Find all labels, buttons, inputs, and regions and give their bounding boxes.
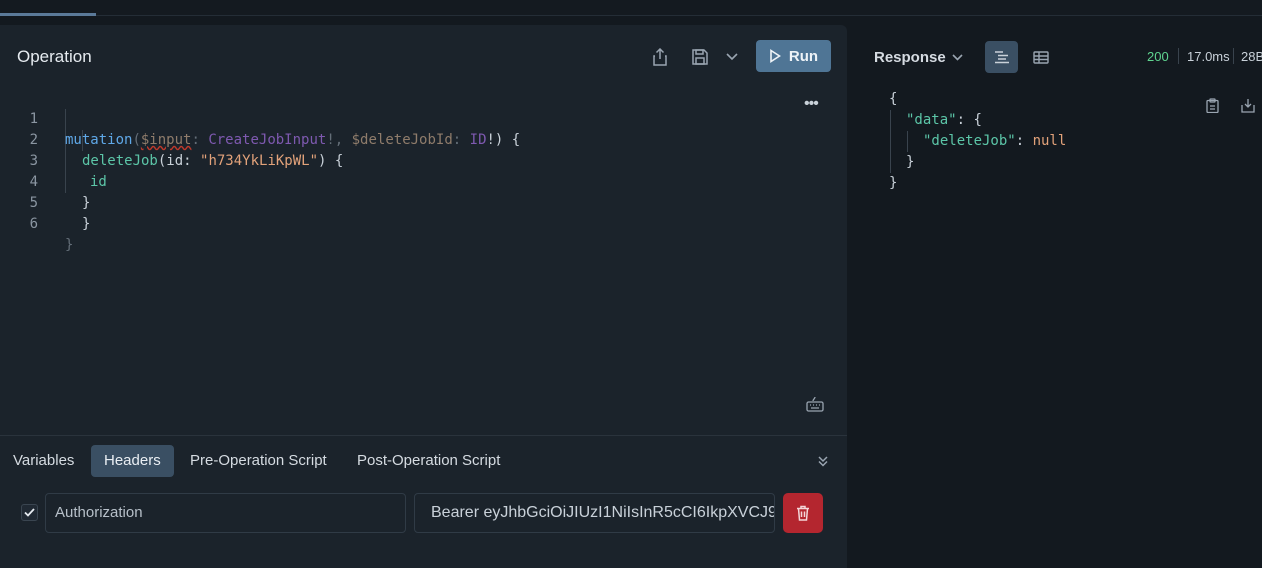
json-key: "deleteJob" xyxy=(923,133,1016,149)
request-options-panel: Variables Headers Pre-Operation Script P… xyxy=(0,435,847,568)
trash-icon xyxy=(797,505,809,521)
tab-headers[interactable]: Headers xyxy=(91,445,174,477)
code-editor[interactable]: 1 mutation($input: CreateJobInput!, $del… xyxy=(0,88,847,428)
response-size: 28B xyxy=(1241,49,1262,64)
code-line: 4 } xyxy=(0,151,91,211)
tab-post-operation-script[interactable]: Post-Operation Script xyxy=(344,445,513,477)
string-literal: "h734YkLiKpWL" xyxy=(200,153,319,169)
status-code: 200 xyxy=(1147,49,1169,64)
share-icon[interactable] xyxy=(650,47,670,67)
table-icon xyxy=(1032,50,1049,64)
code-line: 5 } xyxy=(0,172,91,232)
json-brace: } xyxy=(906,154,915,170)
header-value-input[interactable]: Bearer eyJhbGciOiJIUzI1NiIsInR5cCI6IkpXV… xyxy=(414,493,775,533)
type-name: CreateJobInput xyxy=(208,132,327,148)
tab-pre-operation-script[interactable]: Pre-Operation Script xyxy=(177,445,340,477)
indent-guide xyxy=(890,110,891,173)
keyword: mutation xyxy=(65,132,133,148)
response-time: 17.0ms xyxy=(1187,49,1230,64)
tab-variables[interactable]: Variables xyxy=(0,445,87,477)
table-view-button[interactable] xyxy=(1024,41,1057,73)
punctuation: !, xyxy=(326,132,352,148)
header-enabled-checkbox[interactable] xyxy=(21,504,38,521)
code-line: 1 mutation($input: CreateJobInput!, $del… xyxy=(0,88,521,148)
punctuation: } xyxy=(82,195,91,211)
json-line: "data": { xyxy=(906,110,982,131)
delete-header-button[interactable] xyxy=(783,493,823,533)
code-line: 6 } xyxy=(0,193,74,253)
json-key: "data" xyxy=(906,112,957,128)
json-value: null xyxy=(1032,133,1067,149)
variable: $input xyxy=(140,132,192,148)
run-label: Run xyxy=(788,47,819,65)
chevron-down-icon[interactable] xyxy=(724,49,740,65)
punctuation: : xyxy=(452,132,470,148)
field-name: deleteJob xyxy=(82,153,158,169)
collapse-panel-icon[interactable] xyxy=(815,453,831,469)
punctuation: !) { xyxy=(486,132,521,148)
divider xyxy=(1178,48,1179,64)
text-lines-icon xyxy=(994,51,1009,64)
json-brace: { xyxy=(973,112,982,128)
json-line: "deleteJob": null xyxy=(923,131,1066,152)
play-icon xyxy=(770,49,781,63)
argument-name: id xyxy=(166,153,184,169)
header-key-input[interactable]: Authorization xyxy=(45,493,406,533)
save-icon[interactable] xyxy=(690,47,710,67)
indent-guide xyxy=(65,109,66,193)
active-tab-indicator xyxy=(0,13,96,16)
punctuation: ) { xyxy=(318,153,344,169)
code-line: 2 deleteJob(id: "h734YkLiKpWL") { xyxy=(0,109,344,169)
field-name: id xyxy=(90,174,107,190)
text-view-button[interactable] xyxy=(985,41,1018,73)
top-tab-bar xyxy=(0,0,1262,16)
punctuation: : xyxy=(183,153,201,169)
header-row: Authorization Bearer eyJhbGciOiJIUzI1NiI… xyxy=(0,493,847,533)
operation-title: Operation xyxy=(17,47,92,66)
json-brace: } xyxy=(889,175,898,191)
run-button[interactable]: Run xyxy=(756,40,831,72)
punctuation: } xyxy=(82,216,91,232)
download-icon[interactable] xyxy=(1240,97,1256,113)
type-name: ID xyxy=(469,132,487,148)
json-brace: { xyxy=(889,91,898,107)
json-colon: : xyxy=(1015,133,1033,149)
line-number: 6 xyxy=(29,216,38,232)
divider xyxy=(1233,48,1234,64)
punctuation: } xyxy=(65,237,74,253)
punctuation: : xyxy=(191,132,209,148)
indent-guide xyxy=(907,131,908,152)
copy-icon[interactable] xyxy=(1204,97,1220,113)
variable: $deleteJobId xyxy=(351,132,453,148)
code-line: 3 id xyxy=(0,130,107,190)
response-chevron-down-icon[interactable] xyxy=(950,50,964,64)
response-title[interactable]: Response xyxy=(874,49,946,66)
punctuation: ( xyxy=(132,132,141,148)
json-colon: : xyxy=(956,112,974,128)
